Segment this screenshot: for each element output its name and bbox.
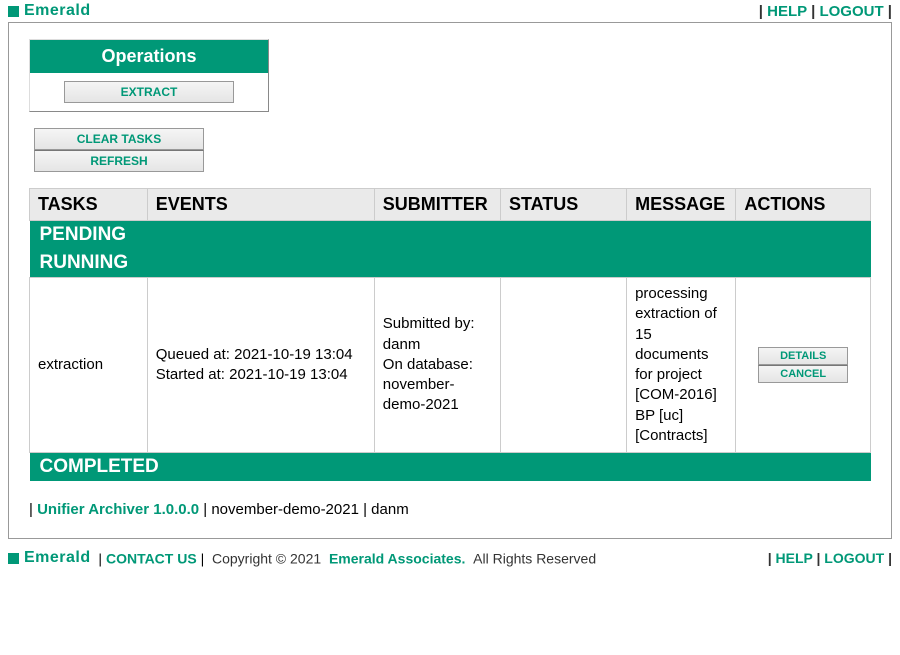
footer-db: november-demo-2021 [211,501,359,518]
logout-link-bottom[interactable]: LOGOUT [824,550,884,566]
rights-text: All Rights Reserved [473,551,596,567]
col-tasks: TASKS [30,189,148,221]
extract-button[interactable]: EXTRACT [64,81,234,103]
square-icon [8,6,19,17]
cell-status [500,278,626,453]
cell-actions: DETAILS CANCEL [736,278,871,453]
cell-task: extraction [30,278,148,453]
col-actions: ACTIONS [736,189,871,221]
cell-events: Queued at: 2021-10-19 13:04 Started at: … [147,278,374,453]
product-version: 1.0.0.0 [153,501,199,518]
contact-us-link[interactable]: CONTACT US [106,551,197,567]
refresh-button[interactable]: REFRESH [34,150,204,172]
section-running: RUNNING [30,249,871,278]
logout-link[interactable]: LOGOUT [819,3,883,20]
main-panel: Operations EXTRACT CLEAR TASKS REFRESH T… [8,22,892,539]
section-pending-label: PENDING [30,221,871,250]
associates-link[interactable]: Emerald Associates. [329,551,465,567]
col-status: STATUS [500,189,626,221]
details-button[interactable]: DETAILS [758,347,848,365]
brand-logo: Emerald [8,2,91,20]
utility-buttons: CLEAR TASKS REFRESH [29,128,209,172]
brand-logo-bottom: Emerald [8,549,91,567]
cell-message: processing extraction of 15 documents fo… [627,278,736,453]
bottom-links: | HELP | LOGOUT | [768,550,892,566]
cancel-button[interactable]: CANCEL [758,365,848,383]
product-name: Unifier Archiver [37,501,149,518]
bottom-left: Emerald | CONTACT US | Copyright © 2021 … [8,549,596,567]
table-row: extraction Queued at: 2021-10-19 13:04 S… [30,278,871,453]
clear-tasks-button[interactable]: CLEAR TASKS [34,128,204,150]
tasks-table: TASKS EVENTS SUBMITTER STATUS MESSAGE AC… [29,188,871,481]
top-links: | HELP | LOGOUT | [759,3,892,20]
section-pending: PENDING [30,221,871,250]
help-link[interactable]: HELP [767,3,807,20]
cell-submitter: Submitted by: danm On database: november… [374,278,500,453]
operations-header: Operations [30,40,268,73]
col-events: EVENTS [147,189,374,221]
section-completed-label: COMPLETED [30,453,871,482]
bottom-bar: Emerald | CONTACT US | Copyright © 2021 … [0,545,900,571]
footer-user: danm [371,501,409,518]
footer-info: | Unifier Archiver 1.0.0.0 | november-de… [29,501,891,518]
copyright-text: Copyright © 2021 [212,551,321,567]
section-running-label: RUNNING [30,249,871,278]
col-message: MESSAGE [627,189,736,221]
col-submitter: SUBMITTER [374,189,500,221]
operations-panel: Operations EXTRACT [29,39,269,112]
square-icon [8,553,19,564]
section-completed: COMPLETED [30,453,871,482]
top-bar: Emerald | HELP | LOGOUT | [0,0,900,22]
brand-text: Emerald [24,2,91,20]
help-link-bottom[interactable]: HELP [776,550,813,566]
table-header-row: TASKS EVENTS SUBMITTER STATUS MESSAGE AC… [30,189,871,221]
